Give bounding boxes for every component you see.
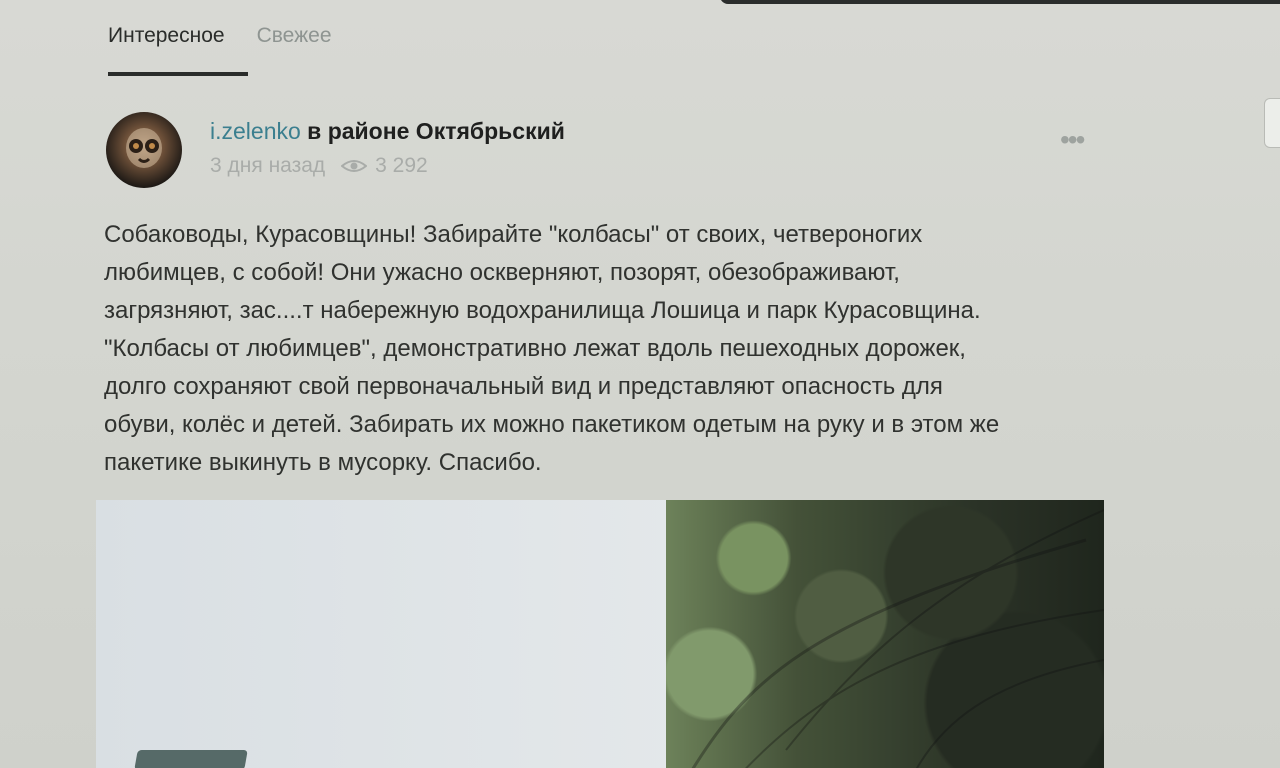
eye-icon — [341, 160, 368, 172]
feed-tabs: Интересное Свежее — [108, 22, 332, 82]
avatar[interactable] — [106, 112, 182, 188]
more-options-icon[interactable]: ••• — [1060, 124, 1085, 156]
views-value: 3 292 — [375, 154, 428, 177]
avatar-image-icon — [126, 128, 162, 168]
side-card — [1264, 98, 1280, 148]
post-time: 3 дня назад — [210, 154, 326, 177]
post-text: Собаководы, Курасовщины! Забирайте "колб… — [104, 221, 1000, 476]
username-link[interactable]: i.zelenko — [210, 118, 301, 144]
building-roof — [134, 750, 248, 768]
monitor-frame-edge — [720, 0, 1280, 4]
tree-image — [666, 500, 1104, 768]
district-label: в районе Октябрьский — [307, 118, 565, 144]
post-meta: 3 дня назад 3 292 — [210, 154, 428, 178]
post-header: i.zelenko в районе Октябрьский — [210, 118, 565, 145]
views-count: 3 292 — [341, 154, 428, 178]
branches-icon — [691, 509, 1104, 768]
tab-fresh[interactable]: Свежее — [257, 22, 332, 82]
post-photo[interactable] — [96, 500, 1104, 768]
screen: Интересное Свежее i.zelenko в районе Окт… — [0, 0, 1280, 768]
tab-interesting[interactable]: Интересное — [108, 22, 248, 82]
